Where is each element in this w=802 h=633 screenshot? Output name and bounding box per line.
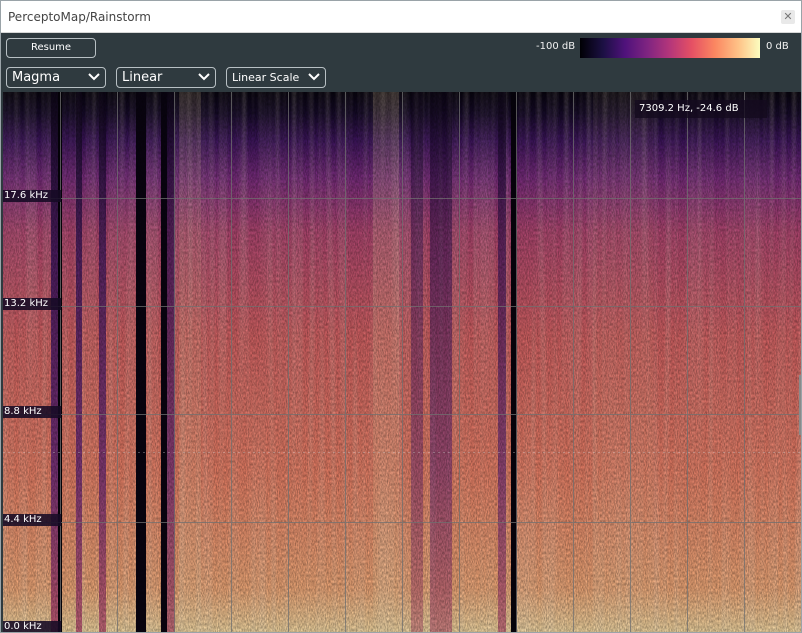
y-axis-label: 13.2 kHz (3, 298, 61, 310)
app-window: PerceptoMap/Rainstorm ✕ Resume -100 dB 0… (0, 0, 802, 633)
chevron-down-icon (308, 73, 320, 81)
chevron-down-icon (198, 73, 210, 81)
amplitude-scale-value: Linear Scale (232, 71, 300, 84)
chevron-down-icon (88, 73, 100, 81)
colormap-value: Magma (12, 70, 61, 85)
colorbar-max-label: 0 dB (766, 41, 789, 52)
y-axis-label: 0.0 kHz (3, 621, 61, 632)
close-icon[interactable]: ✕ (781, 10, 795, 24)
resume-button[interactable]: Resume (6, 38, 96, 58)
spectrogram-plot[interactable] (3, 92, 801, 632)
window-title: PerceptoMap/Rainstorm (8, 10, 151, 24)
frequency-scale-dropdown[interactable]: Linear (116, 67, 216, 88)
colorbar (580, 38, 760, 58)
frequency-scale-value: Linear (122, 70, 163, 85)
amplitude-scale-dropdown[interactable]: Linear Scale (226, 67, 326, 88)
toolbar: Resume -100 dB 0 dB Magma Linear Linear … (1, 33, 801, 92)
colormap-dropdown[interactable]: Magma (6, 67, 106, 88)
cursor-readout: 7309.2 Hz, -24.6 dB (635, 100, 767, 118)
spectrogram-image (3, 92, 801, 632)
colorbar-min-label: -100 dB (536, 41, 576, 52)
y-axis-label: 8.8 kHz (3, 406, 61, 418)
scroll-indicator[interactable] (799, 375, 801, 435)
y-axis-label: 4.4 kHz (3, 514, 61, 526)
title-bar: PerceptoMap/Rainstorm ✕ (1, 1, 801, 33)
y-axis-label: 17.6 kHz (3, 190, 61, 202)
